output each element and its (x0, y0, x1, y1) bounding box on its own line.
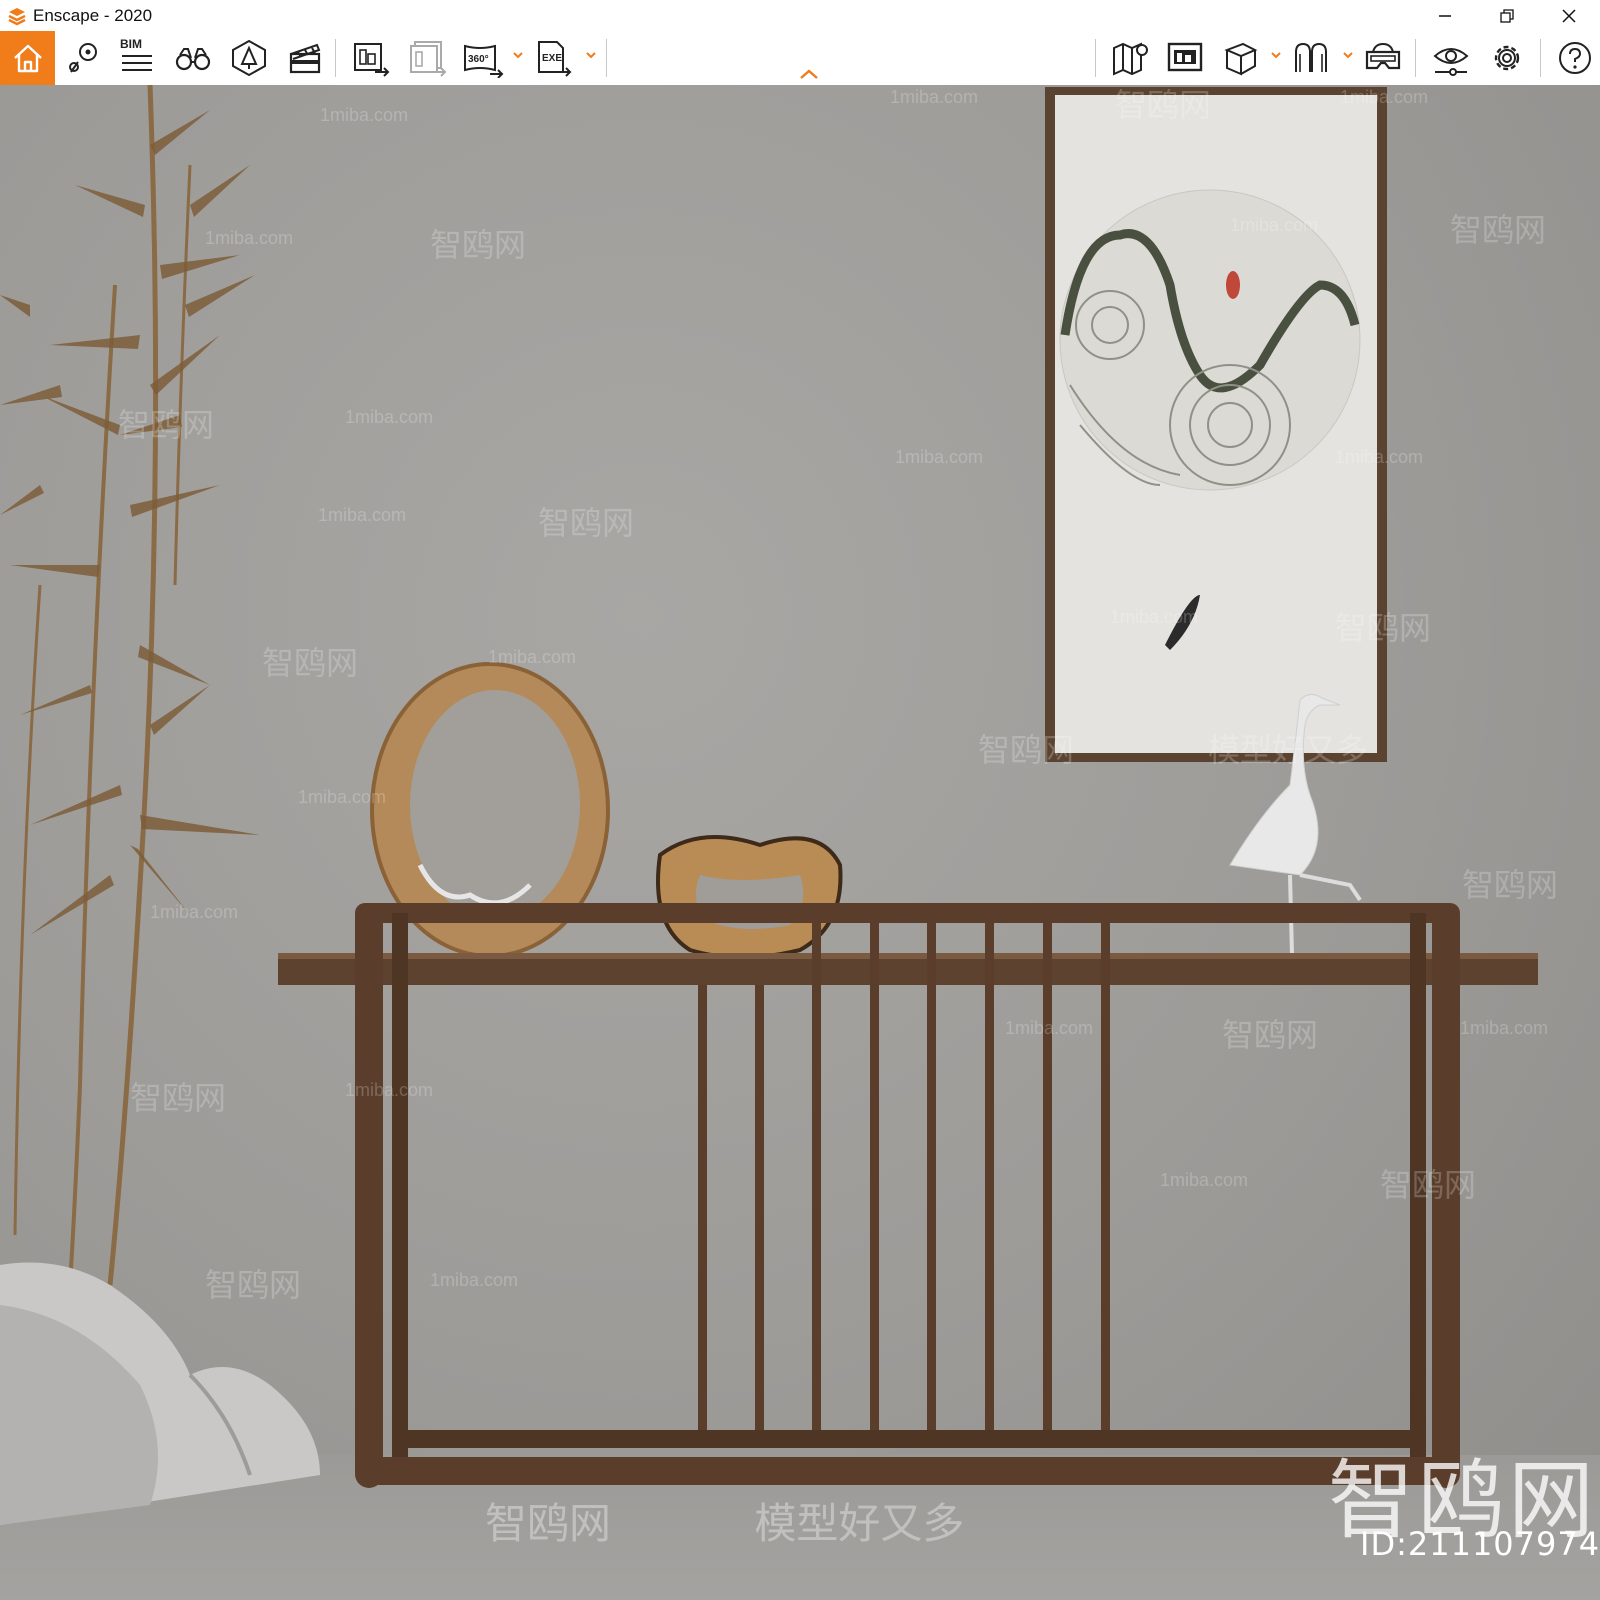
watermark-brand: 智鸥网 (538, 505, 635, 541)
watermark-site: 1miba.com (1110, 607, 1199, 627)
render-export-icon (354, 43, 390, 77)
headset-button[interactable] (1360, 36, 1406, 80)
scene-render (0, 85, 1538, 1525)
watermark-site: 1miba.com (1335, 447, 1424, 467)
location-pin-icon (69, 43, 97, 73)
watermark-brand: 智鸥网 (130, 1080, 227, 1116)
toolbar-separator (1415, 39, 1416, 77)
capture-button[interactable] (1162, 36, 1208, 80)
minimize-button[interactable] (1414, 0, 1476, 31)
map-button[interactable] (1107, 36, 1153, 80)
watermark-brand: 智鸥网 (430, 227, 527, 263)
eye-settings-icon (1433, 48, 1469, 76)
watermark-brand: 智鸥网 (262, 645, 359, 681)
watermark-site: 1miba.com (430, 1270, 519, 1290)
enscape-toolbar: BIM 360° EXE (0, 31, 1600, 86)
close-button[interactable] (1538, 0, 1600, 31)
watermark-brand: 智鸥网 (1450, 212, 1547, 248)
watermark-bottom: 智鸥网 模型好又多 (485, 1490, 964, 1551)
watermark-site: 1miba.com (1460, 1018, 1549, 1038)
close-icon (1562, 8, 1576, 23)
map-icon (1113, 42, 1148, 76)
watermark-brand: 智鸥网 (1462, 867, 1559, 903)
vr-button[interactable] (1288, 36, 1334, 80)
watermark-brand: 智鸥网 (1380, 1167, 1477, 1203)
views-button[interactable] (60, 36, 106, 80)
render-viewport[interactable]: 1miba.com 1miba.com 智鸥网 1miba.com 智鸥网 1m… (0, 85, 1600, 1600)
watermark-brand: 智鸥网 (485, 1499, 612, 1548)
watermark-site: 1miba.com (1160, 1170, 1249, 1190)
asset-library-button[interactable] (226, 36, 272, 80)
console-table (278, 903, 1538, 1488)
watermark-site: 1miba.com (895, 447, 984, 467)
visual-settings-button[interactable] (1428, 36, 1474, 80)
settings-button[interactable] (1484, 36, 1530, 80)
home-button[interactable] (0, 31, 55, 85)
watermark-brand: 智鸥网 (1222, 1017, 1319, 1053)
watermark-site: 1miba.com (890, 87, 979, 107)
walk-mode-button[interactable] (170, 36, 216, 80)
batch-render-icon (410, 41, 447, 77)
asset-library-icon (232, 39, 266, 77)
help-button[interactable] (1552, 36, 1598, 80)
panorama-label: 360° (468, 54, 489, 65)
screenshot-button[interactable] (348, 36, 394, 80)
watermark-site: 1miba.com (1005, 1018, 1094, 1038)
chevron-down-icon[interactable] (585, 49, 597, 61)
toolbar-separator (1540, 39, 1541, 77)
watermark-site: 1miba.com (1230, 215, 1319, 235)
watermark-site: 1miba.com (1340, 87, 1429, 107)
binoculars-icon (175, 48, 211, 71)
gear-icon (1494, 45, 1520, 71)
watermark-site: 1miba.com (150, 902, 239, 922)
collapse-toolbar-icon[interactable] (798, 67, 820, 81)
watermark-site: 1miba.com (320, 105, 409, 125)
chevron-down-icon[interactable] (1342, 49, 1354, 61)
watermark-brand: 智鸥网 (205, 1267, 302, 1303)
watermark-site: 1miba.com (298, 787, 387, 807)
watermark-brand: 智鸥网 (1335, 610, 1432, 646)
watermark-brand: 智鸥网 (118, 407, 215, 443)
export-exe-icon: EXE (538, 41, 572, 77)
headset-icon (1365, 42, 1401, 70)
panorama-button[interactable]: 360° (460, 36, 506, 80)
watermark-site: 1miba.com (205, 228, 294, 248)
window-controls (1414, 0, 1600, 31)
watermark-site: 1miba.com (488, 647, 577, 667)
watermark-site: 1miba.com (345, 1080, 434, 1100)
restore-button[interactable] (1476, 0, 1538, 31)
watermark-brand: 智鸥网 (978, 732, 1075, 768)
vr-icon (1295, 42, 1327, 72)
window-title: Enscape - 2020 (33, 5, 153, 25)
wall-painting (1045, 87, 1387, 762)
watermark-slogan: 模型好又多 (754, 1499, 965, 1548)
export-exe-label: EXE (542, 53, 562, 64)
batch-render-button[interactable] (404, 36, 450, 80)
enscape-logo-icon (8, 7, 26, 25)
toolbar-separator (1095, 39, 1096, 77)
video-editor-button[interactable] (282, 36, 328, 80)
view-cube-button[interactable] (1218, 36, 1264, 80)
watermark-slogan: 模型好又多 (1208, 732, 1369, 768)
panorama-360-icon: 360° (464, 44, 504, 78)
help-icon (1559, 42, 1591, 74)
title-bar: Enscape - 2020 (0, 0, 1600, 31)
watermark-brand: 智鸥网 (1115, 87, 1212, 123)
cube-icon (1224, 42, 1258, 76)
bim-label: BIM (120, 37, 142, 51)
watermark-site: 1miba.com (318, 505, 407, 525)
capture-icon (1167, 42, 1203, 72)
image-id-label: ID:211107974 (1360, 1525, 1600, 1563)
chevron-down-icon[interactable] (1270, 49, 1282, 61)
toolbar-separator (606, 39, 607, 77)
export-exe-button[interactable]: EXE (530, 36, 576, 80)
watermark-site: 1miba.com (345, 407, 434, 427)
chevron-down-icon[interactable] (512, 49, 524, 61)
home-icon (13, 44, 42, 73)
restore-icon (1500, 8, 1514, 23)
clapperboard-icon (289, 43, 321, 74)
toolbar-separator (335, 39, 336, 77)
minimize-icon (1439, 14, 1451, 17)
